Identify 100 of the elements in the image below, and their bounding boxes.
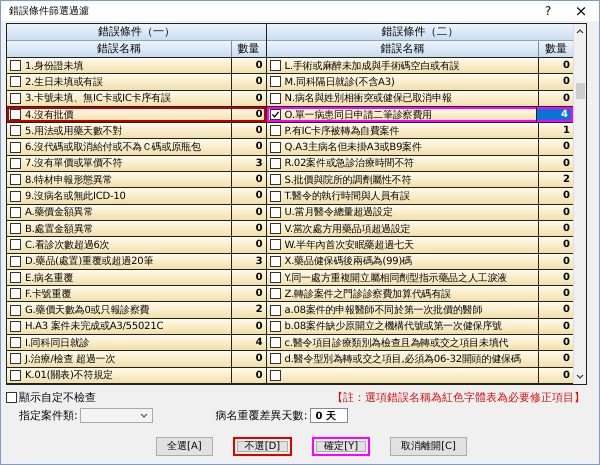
table-row[interactable]: Y.同一處方重複開立屬相同劑型指示藥品之人工淚液 0 <box>266 270 574 286</box>
checkbox[interactable] <box>270 272 281 283</box>
checkbox[interactable] <box>10 76 21 88</box>
table-row[interactable]: b.08案件缺少原開立之機構代號或第一次健保序號 0 <box>266 318 574 336</box>
column-header: 數量 <box>236 41 261 57</box>
dialog-button[interactable]: 全選[A] <box>156 436 213 456</box>
checkbox[interactable] <box>270 337 281 348</box>
checkbox[interactable] <box>270 239 281 250</box>
table-row[interactable]: M.同科隔日就診(不含A3) 0 <box>266 74 574 91</box>
checkbox[interactable] <box>10 158 21 169</box>
checkbox[interactable] <box>270 320 281 332</box>
checkbox[interactable] <box>10 239 21 250</box>
checkbox[interactable] <box>10 60 21 72</box>
checkbox[interactable] <box>270 256 281 267</box>
count-cell-text: 0 <box>562 75 572 90</box>
checkbox[interactable] <box>270 288 281 300</box>
table-row[interactable]: V.當次處方用藥品項超過設定 0 <box>266 220 574 238</box>
table-row[interactable]: 2.生日未填或有誤 0 <box>7 74 266 91</box>
checkbox[interactable] <box>270 76 281 88</box>
checkbox[interactable] <box>10 288 21 300</box>
checkbox[interactable] <box>10 206 21 218</box>
table-row[interactable]: 0 <box>266 368 574 384</box>
scroll-down-icon[interactable] <box>576 374 584 379</box>
column-header: 錯誤名稱 <box>7 41 232 57</box>
table-row[interactable]: R.02案件或急診治療時間不符 0 <box>266 156 574 172</box>
table-row[interactable]: A.藥價金額異常 0 <box>7 204 266 221</box>
table-row[interactable]: C.看診次數超過6次 0 <box>7 237 266 254</box>
checkbox[interactable] <box>10 190 21 202</box>
help-button[interactable]: ? <box>533 4 563 18</box>
table-row[interactable]: F.卡號重覆 0 <box>7 286 266 302</box>
checkbox[interactable] <box>270 223 281 234</box>
diff-days-field[interactable]: 0 天 <box>310 408 348 424</box>
condition-label: b.08案件缺少原開立之機構代號或第一次健保序號 <box>284 320 502 334</box>
dialog-button[interactable]: 不選[D] <box>232 436 292 456</box>
table-row[interactable]: 1.身份證未填 0 <box>7 58 266 74</box>
table-row[interactable]: 5.用法或用藥天數不對 0 <box>7 123 266 140</box>
checkbox[interactable] <box>10 92 21 104</box>
checkbox[interactable] <box>270 190 281 202</box>
table-row[interactable]: G.藥價天數為0或只報診察費 2 <box>7 302 266 319</box>
checkbox[interactable] <box>10 320 21 332</box>
table-row[interactable]: a.08案件的申報醫師不同於第一次批價的醫師 0 <box>266 302 574 319</box>
dialog-button[interactable]: 確定[Y] <box>312 436 370 456</box>
checkbox[interactable] <box>270 142 281 153</box>
table-row[interactable]: 4.沒有批價 0 <box>7 106 266 124</box>
table-row[interactable]: 9.沒病名或無此ICD-10 0 <box>7 188 266 205</box>
checkbox[interactable] <box>270 125 281 136</box>
table-row[interactable]: O.單一病患同日申請二筆診察費用 4 <box>266 106 574 124</box>
checkbox[interactable] <box>10 125 21 136</box>
checkbox[interactable] <box>270 353 281 364</box>
checkbox[interactable] <box>10 272 21 283</box>
table-row[interactable]: 3.卡號未填、無IC卡或IC卡序有誤 0 <box>7 90 266 107</box>
close-button[interactable]: × <box>563 2 599 20</box>
checkbox[interactable] <box>10 223 21 234</box>
checkbox[interactable] <box>270 109 281 120</box>
table-row[interactable]: U.當月醫令總量超過設定 0 <box>266 204 574 221</box>
table-row[interactable]: H.A3 案件未完成或A3/55021C 0 <box>7 318 266 336</box>
table-row[interactable]: W.半年內首次安眠藥超過七天 0 <box>266 237 574 254</box>
checkbox[interactable] <box>10 109 21 120</box>
checkbox[interactable] <box>270 304 281 316</box>
checkbox[interactable] <box>270 92 281 104</box>
checkbox[interactable] <box>270 370 281 381</box>
count-cell-text: 0 <box>562 59 572 73</box>
checkbox[interactable] <box>10 256 21 267</box>
table-row[interactable]: c.醫令項目診療類別為檢查且為轉或交之項目未填代 0 <box>266 335 574 352</box>
checkbox[interactable] <box>270 174 281 186</box>
checkbox[interactable] <box>10 174 21 186</box>
scroll-up-icon[interactable] <box>576 29 584 34</box>
dialog-button[interactable]: 取消離開[C] <box>390 436 467 456</box>
checkbox[interactable] <box>10 353 21 364</box>
table-row[interactable]: d.醫令型別為轉或交之項目,必須為06-32開頭的健保碼 0 <box>266 351 574 368</box>
table-row[interactable]: S.批價與院所的調劑屬性不符 2 <box>266 172 574 188</box>
table-row[interactable]: Z.轉診案件之門診診察費加算代碼有誤 0 <box>266 286 574 302</box>
table-row[interactable]: D.藥品(處置)重覆或超過20筆 3 <box>7 254 266 270</box>
table-row[interactable]: E.病名重覆 0 <box>7 270 266 286</box>
checkbox[interactable] <box>10 337 21 348</box>
table-row[interactable]: I.同科同日就診 4 <box>7 335 266 352</box>
table-row[interactable]: 8.特材申報形態異常 0 <box>7 172 266 188</box>
checkbox[interactable] <box>10 370 21 381</box>
checkbox[interactable] <box>10 304 21 316</box>
table-row[interactable]: 6.沒代碼或取消給付或不為Ｃ碼或原瓶包 0 <box>7 139 266 156</box>
checkbox[interactable] <box>270 158 281 169</box>
table-row[interactable]: K.01(關表)不符規定 0 <box>7 368 266 384</box>
table-row[interactable]: Q.A3主病名但未掛A3或B9案件 0 <box>266 139 574 156</box>
table-row[interactable]: X.藥品健保碼後兩碼為(99)碼 0 <box>266 254 574 270</box>
scroll-thumb[interactable] <box>576 83 584 99</box>
checkbox[interactable] <box>10 142 21 153</box>
table-row[interactable]: J.治療/檢查 超過一次 0 <box>7 351 266 368</box>
checkbox[interactable] <box>6 392 17 404</box>
count-cell-text: 0 <box>562 352 572 366</box>
table-row[interactable]: 7.沒有單價或單價不符 3 <box>7 156 266 172</box>
table-row[interactable]: P.有IC卡序被轉為自費案件 1 <box>266 123 574 140</box>
checkbox[interactable] <box>270 206 281 218</box>
table-row[interactable]: L.手術或麻醉未加成與手術碼空白或有誤 0 <box>266 58 574 74</box>
count-cell-text: 0 <box>254 59 264 73</box>
scrollbar[interactable] <box>573 24 586 384</box>
table-row[interactable]: T.醫令的執行時間與人員有誤 0 <box>266 188 574 205</box>
table-row[interactable]: B.處置金額異常 0 <box>7 220 266 238</box>
checkbox[interactable] <box>270 60 281 72</box>
count-cell-text: 2 <box>254 303 264 318</box>
table-row[interactable]: N.病名與姓別相衝突或健保已取消申報 0 <box>266 90 574 107</box>
